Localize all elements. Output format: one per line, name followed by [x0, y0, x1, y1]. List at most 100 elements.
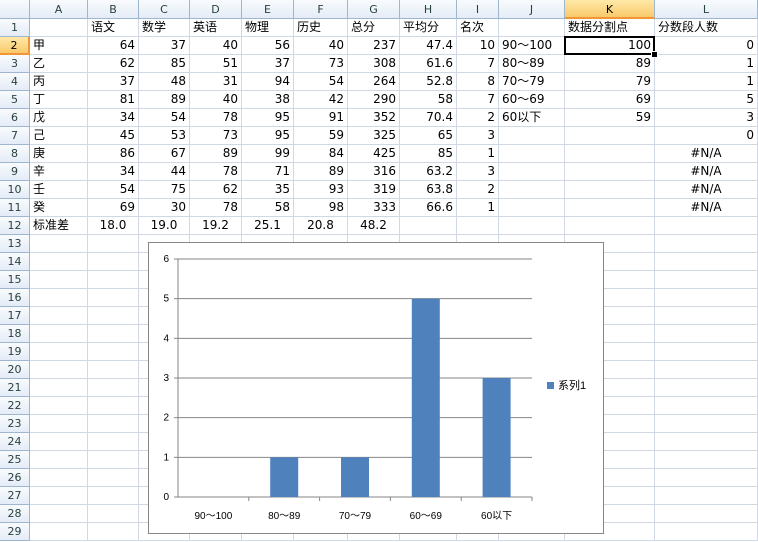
cell-f5[interactable]: 42	[294, 91, 348, 109]
cell-a18[interactable]	[30, 325, 88, 343]
cell-d12[interactable]: 19.2	[190, 217, 242, 235]
column-header-d[interactable]: D	[190, 0, 242, 19]
bar-chart[interactable]: 0 1 2 3 4 5 6 90～100 80～89 70～79 60～69 60以下 系列1	[148, 242, 604, 534]
cell-header-a[interactable]	[30, 19, 88, 37]
cell-l13[interactable]	[655, 235, 758, 253]
cell-l21[interactable]	[655, 379, 758, 397]
cell-l19[interactable]	[655, 343, 758, 361]
cell-g9[interactable]: 316	[348, 163, 400, 181]
cell-a20[interactable]	[30, 361, 88, 379]
cell-h12[interactable]	[400, 217, 457, 235]
cell-header-b[interactable]: 语文	[88, 19, 139, 37]
cell-i3[interactable]: 7	[457, 55, 499, 73]
cell-d8[interactable]: 89	[190, 145, 242, 163]
cell-f9[interactable]: 89	[294, 163, 348, 181]
column-header-j[interactable]: J	[499, 0, 565, 19]
cell-g7[interactable]: 325	[348, 127, 400, 145]
cell-h8[interactable]: 85	[400, 145, 457, 163]
cell-l4[interactable]: 1	[655, 73, 758, 91]
cell-i8[interactable]: 1	[457, 145, 499, 163]
row-header-15[interactable]: 15	[0, 271, 30, 289]
cell-l18[interactable]	[655, 325, 758, 343]
cell-b12[interactable]: 18.0	[88, 217, 139, 235]
cell-a10[interactable]: 壬	[30, 181, 88, 199]
cell-j11[interactable]	[499, 199, 565, 217]
cell-b19[interactable]	[88, 343, 139, 361]
column-header-a[interactable]: A	[30, 0, 88, 19]
cell-e8[interactable]: 99	[242, 145, 294, 163]
cell-b21[interactable]	[88, 379, 139, 397]
cell-a29[interactable]	[30, 523, 88, 541]
cell-h3[interactable]: 61.6	[400, 55, 457, 73]
row-header-21[interactable]: 21	[0, 379, 30, 397]
cell-j6[interactable]: 60以下	[499, 109, 565, 127]
row-header-12[interactable]: 12	[0, 217, 30, 235]
column-header-b[interactable]: B	[88, 0, 139, 19]
row-header-22[interactable]: 22	[0, 397, 30, 415]
cell-b14[interactable]	[88, 253, 139, 271]
cell-f7[interactable]: 59	[294, 127, 348, 145]
row-header-28[interactable]: 28	[0, 505, 30, 523]
fill-handle[interactable]	[651, 51, 658, 58]
cell-a9[interactable]: 辛	[30, 163, 88, 181]
cell-e7[interactable]: 95	[242, 127, 294, 145]
cell-c12[interactable]: 19.0	[139, 217, 190, 235]
cell-g12[interactable]: 48.2	[348, 217, 400, 235]
cell-header-e[interactable]: 物理	[242, 19, 294, 37]
cell-b26[interactable]	[88, 469, 139, 487]
row-header-27[interactable]: 27	[0, 487, 30, 505]
cell-b11[interactable]: 69	[88, 199, 139, 217]
cell-k5[interactable]: 69	[565, 91, 655, 109]
cell-k9[interactable]	[565, 163, 655, 181]
column-header-k[interactable]: K	[565, 0, 655, 19]
cell-l27[interactable]	[655, 487, 758, 505]
cell-g3[interactable]: 308	[348, 55, 400, 73]
cell-e4[interactable]: 94	[242, 73, 294, 91]
cell-l26[interactable]	[655, 469, 758, 487]
cell-i10[interactable]: 2	[457, 181, 499, 199]
cell-f11[interactable]: 98	[294, 199, 348, 217]
cell-l29[interactable]	[655, 523, 758, 541]
cell-f8[interactable]: 84	[294, 145, 348, 163]
cell-j3[interactable]: 80～89	[499, 55, 565, 73]
cell-b22[interactable]	[88, 397, 139, 415]
cell-b23[interactable]	[88, 415, 139, 433]
cell-a6[interactable]: 戊	[30, 109, 88, 127]
cell-d4[interactable]: 31	[190, 73, 242, 91]
cell-e5[interactable]: 38	[242, 91, 294, 109]
row-header-8[interactable]: 8	[0, 145, 30, 163]
cell-k12[interactable]	[565, 217, 655, 235]
cell-h2[interactable]: 47.4	[400, 37, 457, 55]
cell-k4[interactable]: 79	[565, 73, 655, 91]
row-header-6[interactable]: 6	[0, 109, 30, 127]
cell-k10[interactable]	[565, 181, 655, 199]
cell-a26[interactable]	[30, 469, 88, 487]
cell-a27[interactable]	[30, 487, 88, 505]
cell-l24[interactable]	[655, 433, 758, 451]
cell-l20[interactable]	[655, 361, 758, 379]
cell-f10[interactable]: 93	[294, 181, 348, 199]
cell-i6[interactable]: 2	[457, 109, 499, 127]
row-header-5[interactable]: 5	[0, 91, 30, 109]
cell-l7[interactable]: 0	[655, 127, 758, 145]
cell-b25[interactable]	[88, 451, 139, 469]
cell-a23[interactable]	[30, 415, 88, 433]
cell-k11[interactable]	[565, 199, 655, 217]
cell-a3[interactable]: 乙	[30, 55, 88, 73]
row-header-14[interactable]: 14	[0, 253, 30, 271]
cell-l17[interactable]	[655, 307, 758, 325]
cell-i4[interactable]: 8	[457, 73, 499, 91]
cell-i9[interactable]: 3	[457, 163, 499, 181]
cell-a17[interactable]	[30, 307, 88, 325]
cell-b27[interactable]	[88, 487, 139, 505]
cell-i11[interactable]: 1	[457, 199, 499, 217]
column-header-e[interactable]: E	[242, 0, 294, 19]
cell-j4[interactable]: 70～79	[499, 73, 565, 91]
cell-b20[interactable]	[88, 361, 139, 379]
cell-b10[interactable]: 54	[88, 181, 139, 199]
cell-b9[interactable]: 34	[88, 163, 139, 181]
cell-b6[interactable]: 34	[88, 109, 139, 127]
column-header-f[interactable]: F	[294, 0, 348, 19]
cell-b8[interactable]: 86	[88, 145, 139, 163]
cell-header-f[interactable]: 历史	[294, 19, 348, 37]
